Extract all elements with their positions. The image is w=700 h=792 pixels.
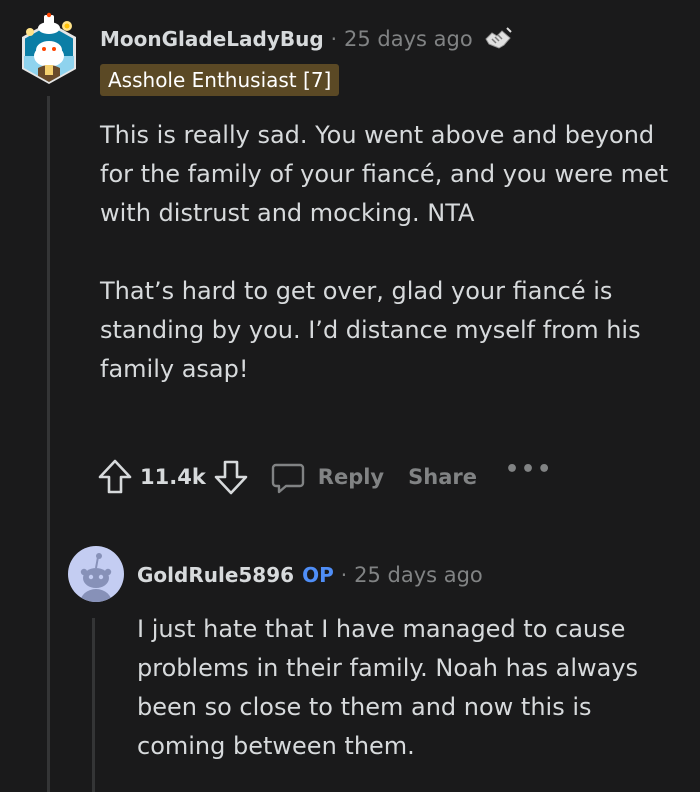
comment-body: This is really sad. You went above and b… (100, 116, 690, 389)
separator-dot: · (340, 563, 348, 587)
vote-count: 11.4k (140, 465, 206, 489)
user-flair: Asshole Enthusiast [7] (100, 64, 340, 96)
user-avatar[interactable] (67, 545, 125, 603)
timestamp[interactable]: 25 days ago (354, 563, 483, 587)
username[interactable]: MoonGladeLadyBug (100, 27, 324, 51)
op-badge: OP (302, 563, 334, 587)
more-options-button[interactable]: ••• (505, 457, 553, 482)
timestamp[interactable]: 25 days ago (344, 27, 473, 51)
reply-button[interactable]: Reply (270, 459, 384, 495)
comment-paragraph: That’s hard to get over, glad your fianc… (100, 277, 641, 383)
share-button[interactable]: Share (408, 465, 477, 489)
share-label: Share (408, 465, 477, 489)
thread-line[interactable] (92, 618, 95, 792)
comment-paragraph: This is really sad. You went above and b… (100, 121, 669, 227)
thread-line[interactable] (47, 96, 50, 792)
upvote-icon[interactable] (96, 457, 134, 497)
handshake-award-icon[interactable] (483, 24, 513, 54)
comment-bubble-icon (271, 463, 304, 494)
comment-paragraph: I just hate that I have managed to cause… (137, 615, 639, 760)
comment-actions: 11.4k Reply Share ••• (96, 456, 553, 498)
separator-dot: · (330, 27, 338, 51)
username[interactable]: GoldRule5896 (137, 563, 294, 587)
downvote-icon[interactable] (212, 457, 250, 497)
comment-body: I just hate that I have managed to cause… (137, 610, 687, 766)
user-avatar[interactable] (20, 12, 78, 86)
reply-label: Reply (317, 465, 385, 489)
